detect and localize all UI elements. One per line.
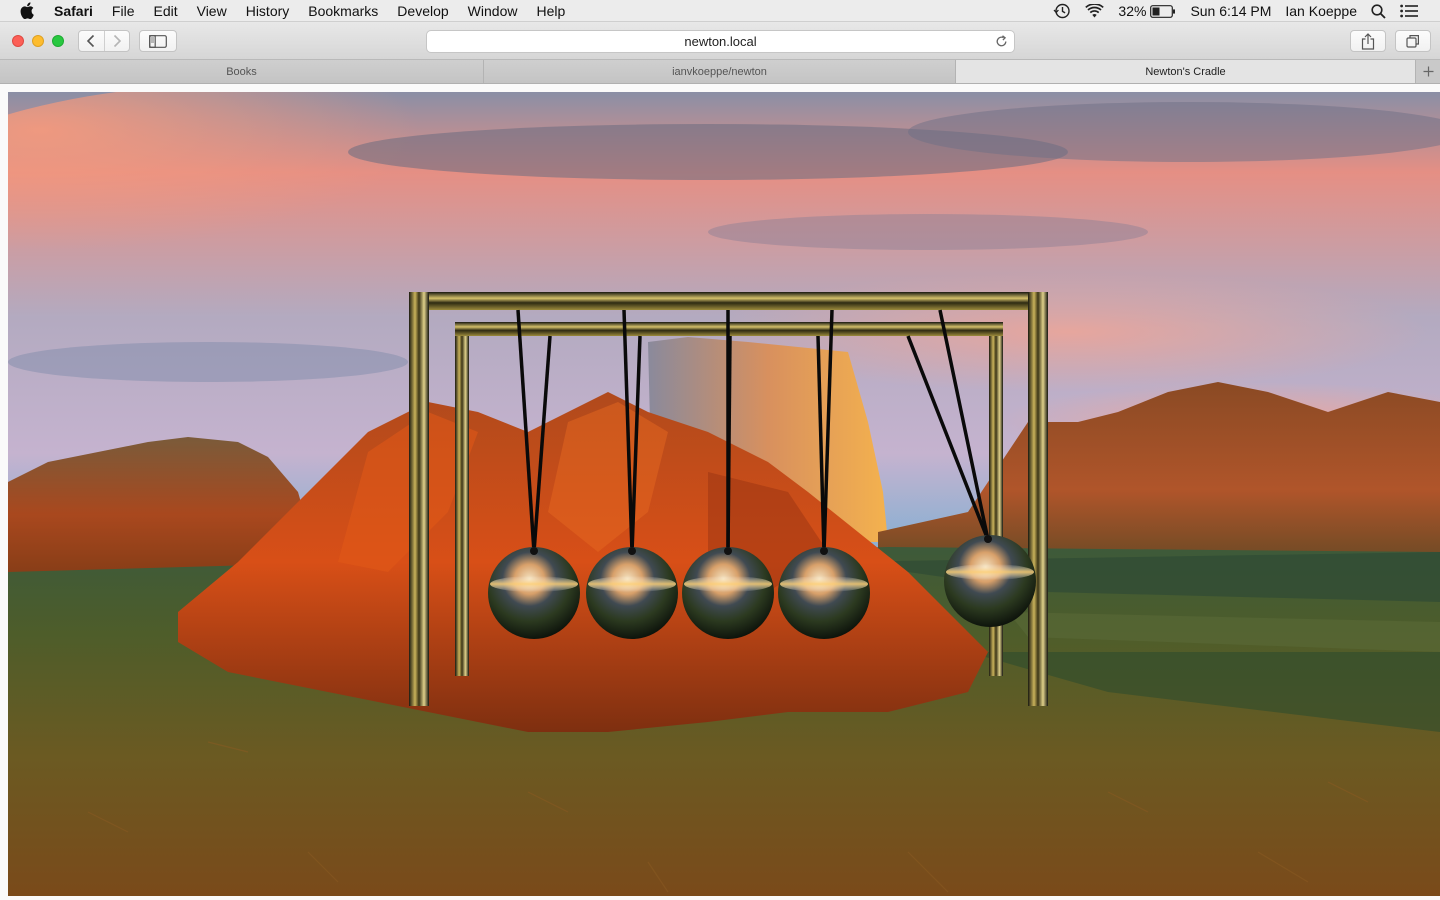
menu-develop[interactable]: Develop [397, 3, 448, 19]
new-tab-button[interactable] [1416, 60, 1440, 83]
spotlight-search-icon[interactable] [1371, 3, 1386, 19]
menu-bar: Safari File Edit View History Bookmarks … [0, 0, 1440, 22]
menu-bookmarks[interactable]: Bookmarks [308, 3, 378, 19]
menu-history[interactable]: History [246, 3, 290, 19]
sidebar-toggle-button[interactable] [139, 30, 177, 52]
share-button[interactable] [1350, 30, 1386, 52]
battery-icon[interactable] [1150, 4, 1176, 18]
address-bar[interactable]: newton.local [426, 30, 1015, 53]
chevron-right-icon [113, 34, 122, 48]
menu-edit[interactable]: Edit [153, 3, 177, 19]
tabs-overview-icon [1406, 35, 1419, 48]
battery-percent: 32% [1118, 3, 1147, 19]
ball-4[interactable] [778, 547, 870, 639]
tab-label: Books [226, 65, 257, 78]
browser-toolbar: newton.local [0, 22, 1440, 60]
tab-label: ianvkoeppe/newton [672, 65, 767, 78]
menu-extras: 32% Sun 6:14 PM Ian Koeppe [1053, 0, 1440, 22]
web-page [0, 84, 1440, 900]
fullscreen-window-button[interactable] [52, 35, 64, 47]
share-icon [1361, 32, 1375, 50]
menu-window[interactable]: Window [468, 3, 518, 19]
chevron-left-icon [87, 34, 95, 48]
sidebar-icon [149, 34, 167, 48]
minimize-window-button[interactable] [32, 35, 44, 47]
menu-view[interactable]: View [197, 3, 227, 19]
tab-label: Newton's Cradle [1145, 65, 1226, 78]
wifi-icon[interactable] [1085, 4, 1105, 18]
show-all-tabs-button[interactable] [1395, 30, 1431, 52]
tab-bar: Books ianvkoeppe/newton Newton's Cradle [0, 60, 1440, 84]
time-machine-icon[interactable] [1053, 3, 1071, 19]
back-button[interactable] [79, 31, 104, 51]
ball-3[interactable] [682, 547, 774, 639]
forward-button[interactable] [103, 31, 129, 51]
tab-newtons-cradle[interactable]: Newton's Cradle [956, 60, 1416, 83]
menu-help[interactable]: Help [536, 3, 565, 19]
tab-github-newton[interactable]: ianvkoeppe/newton [484, 60, 956, 83]
menu-app-name[interactable]: Safari [54, 3, 93, 19]
menu-file[interactable]: File [112, 3, 135, 19]
close-window-button[interactable] [12, 35, 24, 47]
tab-books[interactable]: Books [0, 60, 484, 83]
plus-icon [1423, 66, 1433, 77]
navigation-buttons [78, 30, 130, 52]
reload-icon[interactable] [995, 35, 1008, 51]
ball-2[interactable] [586, 547, 678, 639]
address-text: newton.local [684, 34, 757, 49]
clock[interactable]: Sun 6:14 PM [1190, 3, 1271, 19]
ball-1[interactable] [488, 547, 580, 639]
ball-5-swung[interactable] [944, 535, 1036, 627]
newtons-cradle-canvas[interactable] [8, 92, 1440, 896]
user-name[interactable]: Ian Koeppe [1285, 3, 1357, 19]
apple-menu-icon[interactable] [20, 2, 36, 20]
notification-center-icon[interactable] [1400, 4, 1418, 18]
